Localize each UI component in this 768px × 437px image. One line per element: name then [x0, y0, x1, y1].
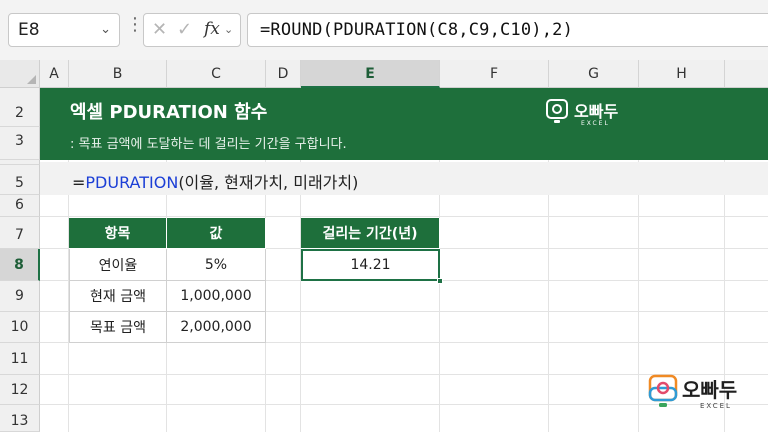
- column-header-a[interactable]: A: [40, 60, 69, 88]
- syntax-row: =PDURATION(이율, 현재가치, 미래가치): [40, 162, 768, 195]
- select-all-corner[interactable]: [0, 60, 40, 88]
- row-header-11[interactable]: 11: [0, 343, 40, 375]
- formula-bar-area: E8 ⌄ ⋮ ✕ ✓ fx ⌄ =ROUND(PDURATION(C8,C9,C…: [0, 0, 768, 60]
- formula-input[interactable]: =ROUND(PDURATION(C8,C9,C10),2): [247, 13, 768, 47]
- function-syntax: =PDURATION(이율, 현재가치, 미래가치): [72, 169, 358, 193]
- syntax-arguments: (이율, 현재가치, 미래가치): [178, 173, 359, 192]
- row-header-13[interactable]: 13: [0, 405, 40, 432]
- result-cell-selected[interactable]: 14.21: [301, 249, 440, 281]
- chevron-down-icon[interactable]: ⌄: [224, 23, 233, 36]
- row-header-6[interactable]: 6: [0, 195, 40, 217]
- column-header-d[interactable]: D: [266, 60, 301, 88]
- fill-handle[interactable]: [437, 278, 443, 284]
- logo-text: 오빠두: [574, 102, 619, 121]
- watermark-logo: 오빠두 EXCEL: [648, 374, 737, 414]
- table-cell-value[interactable]: 1,000,000: [167, 281, 266, 312]
- table-cell-label[interactable]: 연이율: [69, 249, 167, 281]
- table-cell-label[interactable]: 현재 금액: [69, 281, 167, 312]
- logo-mark-icon: [648, 374, 678, 407]
- page-title: 엑셀 PDURATION 함수: [70, 102, 268, 123]
- brand-logo: 오빠두 EXCEL: [545, 98, 618, 128]
- column-header-c[interactable]: C: [167, 60, 266, 88]
- row-header-10[interactable]: 10: [0, 312, 40, 343]
- name-box-value: E8: [18, 20, 40, 40]
- table-cell-label[interactable]: 목표 금액: [69, 312, 167, 343]
- formula-buttons: ✕ ✓ fx ⌄: [143, 13, 241, 47]
- cancel-icon[interactable]: ✕: [152, 19, 167, 40]
- title-banner: 엑셀 PDURATION 함수 : 목표 금액에 도달하는 데 걸리는 기간을 …: [40, 88, 768, 160]
- column-header-i[interactable]: [725, 60, 768, 88]
- table-cell-value[interactable]: 2,000,000: [167, 312, 266, 343]
- column-header-f[interactable]: F: [440, 60, 549, 88]
- row-header-9[interactable]: 9: [0, 281, 40, 312]
- row-header-2[interactable]: 2: [0, 88, 40, 127]
- name-box[interactable]: E8 ⌄: [8, 13, 120, 47]
- column-header-e[interactable]: E: [301, 60, 440, 88]
- syntax-function-name: PDURATION: [85, 173, 179, 192]
- chevron-down-icon[interactable]: ⌄: [100, 22, 111, 37]
- column-header-g[interactable]: G: [549, 60, 639, 88]
- logo-subtext: EXCEL: [700, 402, 732, 410]
- logo-subtext: EXCEL: [581, 120, 610, 127]
- table-header-item[interactable]: 항목: [69, 218, 167, 249]
- logo-mark-icon: [546, 99, 568, 123]
- more-options-icon[interactable]: ⋮: [126, 16, 144, 34]
- column-header-h[interactable]: H: [639, 60, 725, 88]
- row-header-7[interactable]: 7: [0, 217, 40, 249]
- result-header[interactable]: 걸리는 기간(년): [301, 218, 440, 249]
- formula-text: =ROUND(PDURATION(C8,C9,C10),2): [260, 20, 574, 40]
- column-header-b[interactable]: B: [69, 60, 167, 88]
- row-header-12[interactable]: 12: [0, 375, 40, 405]
- row-header-5[interactable]: 5: [0, 165, 40, 195]
- enter-check-icon[interactable]: ✓: [177, 19, 192, 40]
- row-header-3[interactable]: 3: [0, 127, 40, 160]
- page-subtitle: : 목표 금액에 도달하는 데 걸리는 기간을 구합니다.: [70, 137, 347, 152]
- logo-text: 오빠두: [682, 378, 738, 402]
- gridline: [40, 216, 768, 217]
- syntax-equals: =: [72, 173, 86, 192]
- insert-function-icon[interactable]: fx: [204, 19, 220, 39]
- table-header-value[interactable]: 값: [167, 218, 266, 249]
- row-header-8[interactable]: 8: [0, 249, 40, 281]
- table-cell-value[interactable]: 5%: [167, 249, 266, 281]
